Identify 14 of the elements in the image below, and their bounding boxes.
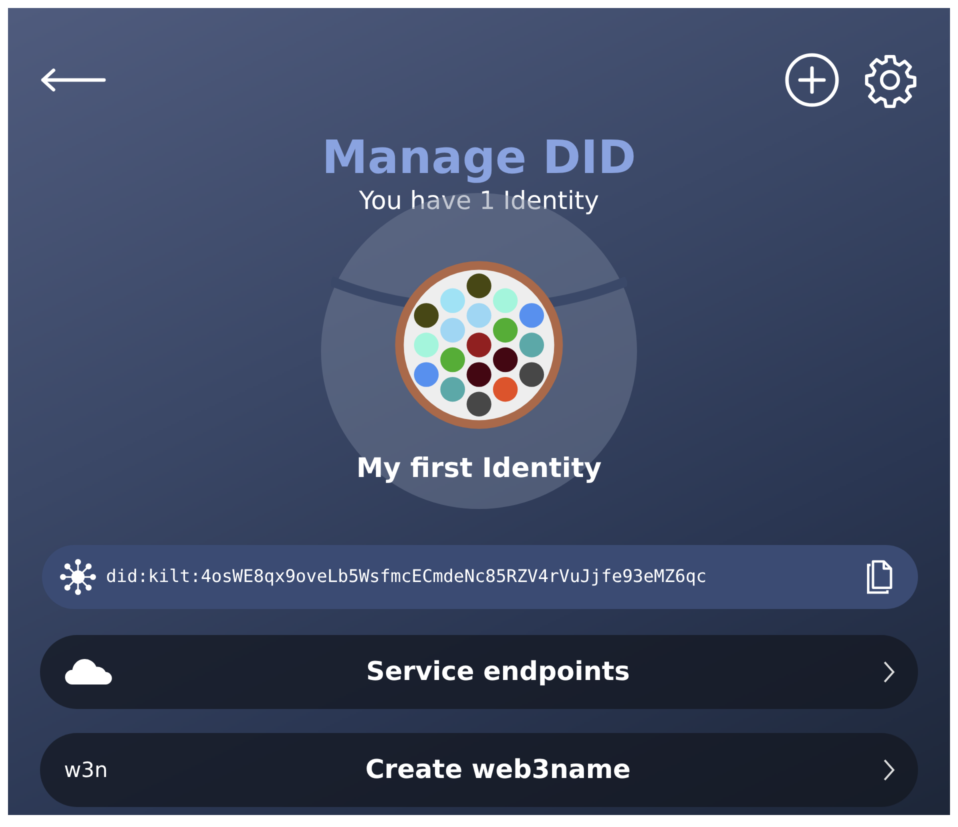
identity-name: My first Identity [356, 453, 602, 484]
menu-item[interactable]: w3n Create web3name [40, 733, 918, 807]
network-icon [58, 557, 98, 597]
identity-count: You have 1 Identity [358, 186, 600, 215]
copy-icon[interactable] [864, 559, 894, 595]
chevron-right-icon [882, 758, 896, 782]
menu-item[interactable]: Service endpoints [40, 635, 918, 709]
back-arrow-icon[interactable] [40, 68, 106, 92]
chevron-right-icon [882, 660, 896, 684]
web3name-logo: w3n [64, 758, 109, 782]
did-address: did:kilt:4osWE8qx9oveLb5WsfmcECmdeNc85RZV4rVuJjfe93eMZ6qc [106, 567, 708, 587]
cloud-icon [64, 658, 114, 686]
settings-icon[interactable] [862, 52, 918, 108]
add-icon[interactable] [784, 52, 840, 108]
